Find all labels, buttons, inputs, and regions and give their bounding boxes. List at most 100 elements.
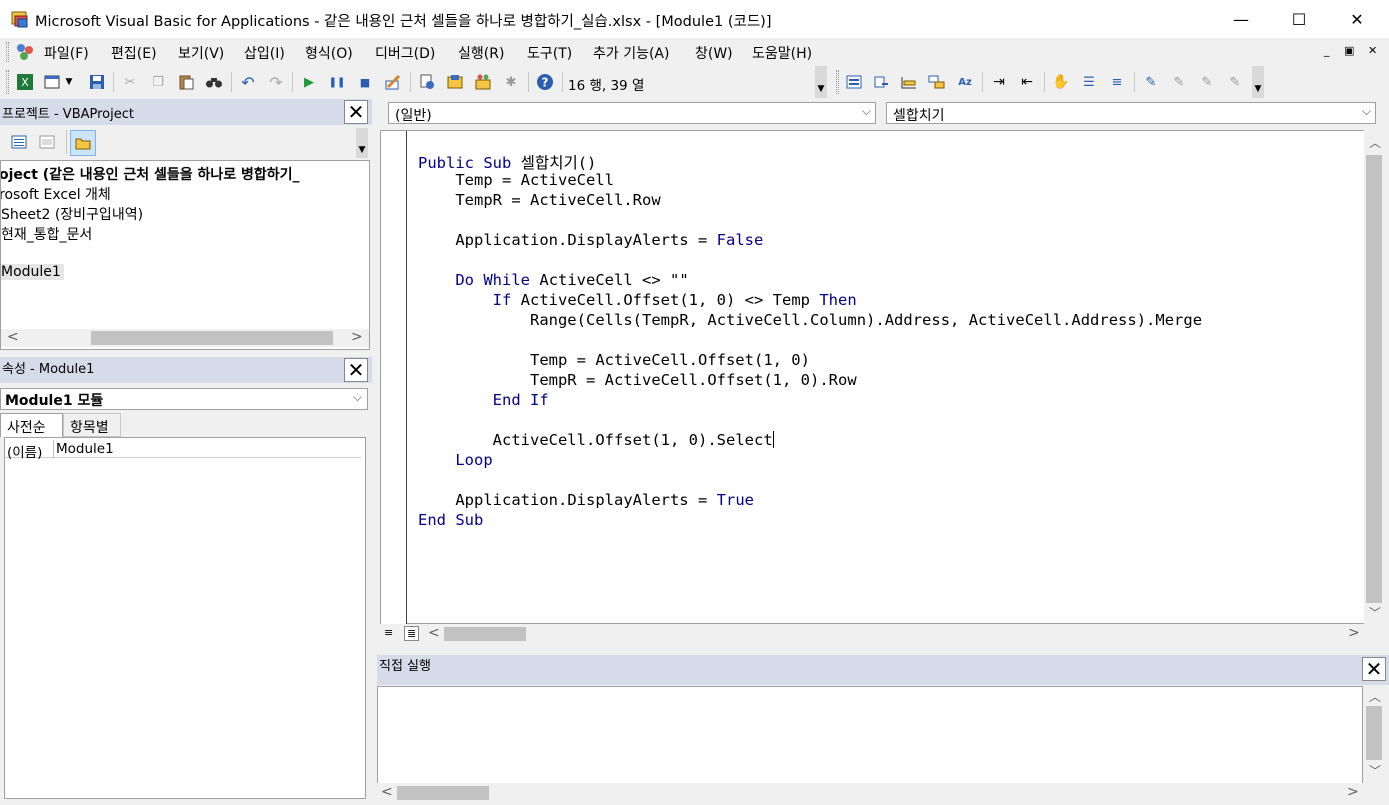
tree-item-thisworkbook[interactable]: 현재_통합_문서: [1, 224, 92, 244]
project-pane-close-icon[interactable]: ✕: [344, 100, 368, 124]
code-line[interactable]: ActiveCell.Offset(1, 0).Select: [418, 431, 774, 449]
chevron-down-icon[interactable]: ⌵: [353, 390, 362, 405]
object-browser-icon[interactable]: [472, 71, 494, 93]
immediate-vscrollbar[interactable]: ︿ ﹀: [1364, 686, 1384, 784]
scroll-up-icon[interactable]: ︿: [1369, 688, 1381, 705]
code-vscrollbar[interactable]: ︿ ﹀: [1364, 130, 1384, 624]
insert-userform-icon[interactable]: [42, 71, 64, 93]
indent-icon[interactable]: ⇥: [988, 71, 1010, 93]
object-combo[interactable]: (일반) ⌵: [388, 102, 876, 124]
redo-icon[interactable]: ↷: [265, 71, 287, 93]
menu-run[interactable]: 실행(R): [458, 43, 504, 63]
menu-help[interactable]: 도움말(H): [752, 43, 812, 63]
tab-categorized[interactable]: 항목별: [63, 413, 121, 437]
code-line[interactable]: Public Sub 셀합치기(): [418, 151, 596, 173]
view-code-icon[interactable]: [8, 131, 30, 153]
copy-icon[interactable]: ❐: [147, 71, 169, 93]
scroll-up-icon[interactable]: ︿: [1369, 134, 1381, 151]
reset-icon[interactable]: ■: [354, 71, 376, 93]
find-icon[interactable]: [203, 71, 225, 93]
code-line[interactable]: Temp = ActiveCell.Offset(1, 0): [418, 351, 810, 369]
properties-window-icon[interactable]: [444, 71, 466, 93]
properties-object-select[interactable]: Module1 모듈 ⌵: [0, 388, 368, 410]
toggle-folders-icon[interactable]: [70, 130, 96, 156]
next-bookmark-icon[interactable]: ✎: [1168, 71, 1190, 93]
immediate-hscrollbar[interactable]: < >: [377, 783, 1363, 803]
toolbox-icon[interactable]: ✱: [500, 71, 522, 93]
tree-item-excel-objects[interactable]: rosoft Excel 개체: [1, 184, 111, 204]
save-icon[interactable]: [86, 71, 108, 93]
outdent-icon[interactable]: ⇤: [1016, 71, 1038, 93]
property-row-name[interactable]: (이름) Module1: [5, 440, 361, 461]
run-icon[interactable]: ▶: [298, 71, 320, 93]
complete-word-icon[interactable]: Az: [954, 71, 976, 93]
list-properties-icon[interactable]: [843, 71, 865, 93]
code-line[interactable]: Range(Cells(TempR, ActiveCell.Column).Ad…: [418, 311, 1202, 329]
toolbar-overflow-icon[interactable]: ▼: [815, 66, 827, 98]
tree-item-module1[interactable]: Module1: [1, 264, 64, 280]
code-editor[interactable]: Public Sub 셀합치기() Temp = ActiveCell Temp…: [380, 130, 1365, 625]
undo-icon[interactable]: ↶: [237, 71, 259, 93]
scroll-down-icon[interactable]: ﹀: [1369, 604, 1381, 621]
scroll-left-icon[interactable]: <: [381, 784, 393, 800]
scroll-right-icon[interactable]: >: [1347, 784, 1359, 800]
mdi-restore-button[interactable]: ▣: [1344, 44, 1354, 57]
tab-alphabetic[interactable]: 사전순: [0, 413, 63, 437]
project-tree[interactable]: oject (같은 내용인 근처 셀들을 하나로 병합하기_ rosoft Ex…: [0, 160, 370, 350]
immediate-pane-close-icon[interactable]: ✕: [1362, 657, 1386, 681]
chevron-down-icon[interactable]: ⌵: [862, 104, 871, 119]
minimize-button[interactable]: —: [1218, 0, 1264, 38]
uncomment-block-icon[interactable]: ≡: [1106, 71, 1128, 93]
cut-icon[interactable]: ✂: [119, 71, 141, 93]
code-margin[interactable]: [381, 131, 407, 625]
mdi-minimize-button[interactable]: _: [1324, 44, 1330, 57]
project-hscroll-thumb[interactable]: [91, 331, 333, 345]
code-line[interactable]: Do While ActiveCell <> "": [418, 271, 688, 289]
tree-item-sheet2[interactable]: Sheet2 (장비구입내역): [1, 204, 143, 224]
project-explorer-icon[interactable]: [416, 71, 438, 93]
clear-bookmarks-icon[interactable]: ✎: [1224, 71, 1246, 93]
tree-item-vbaproject[interactable]: oject (같은 내용인 근처 셀들을 하나로 병합하기_: [1, 164, 300, 184]
menu-addins[interactable]: 추가 기능(A): [593, 43, 669, 63]
menu-insert[interactable]: 삽입(I): [244, 43, 285, 63]
menu-window[interactable]: 창(W): [695, 43, 733, 63]
project-toolbar-overflow-icon[interactable]: ▼: [356, 128, 368, 158]
scroll-left-icon[interactable]: <: [7, 329, 19, 345]
code-line[interactable]: TempR = ActiveCell.Offset(1, 0).Row: [418, 371, 857, 389]
toggle-breakpoint-icon[interactable]: ✋: [1050, 71, 1072, 93]
chevron-down-icon[interactable]: ⌵: [1362, 104, 1371, 119]
code-hscroll-thumb[interactable]: [444, 627, 526, 641]
properties-pane-close-icon[interactable]: ✕: [344, 358, 368, 382]
scroll-left-icon[interactable]: <: [428, 625, 440, 641]
code-line[interactable]: Application.DisplayAlerts = True: [418, 491, 754, 509]
paste-icon[interactable]: [175, 71, 197, 93]
maximize-button[interactable]: ☐: [1276, 0, 1322, 38]
mdi-close-button[interactable]: ✕: [1368, 44, 1377, 57]
code-line[interactable]: Temp = ActiveCell: [418, 171, 614, 189]
immediate-hscroll-thumb[interactable]: [397, 786, 489, 800]
toolbar-grip[interactable]: [6, 70, 9, 94]
procedure-combo[interactable]: 셀합치기 ⌵: [886, 102, 1376, 124]
code-line[interactable]: Application.DisplayAlerts = False: [418, 231, 763, 249]
edit-toolbar-overflow-icon[interactable]: ▼: [1252, 66, 1264, 98]
code-line[interactable]: TempR = ActiveCell.Row: [418, 191, 660, 209]
list-constants-icon[interactable]: [870, 71, 892, 93]
scroll-right-icon[interactable]: >: [1348, 625, 1360, 641]
code-line[interactable]: Loop: [418, 451, 492, 469]
full-module-view-icon[interactable]: ≣: [404, 626, 420, 641]
toggle-bookmark-icon[interactable]: ✎: [1140, 71, 1162, 93]
code-line[interactable]: If ActiveCell.Offset(1, 0) <> Temp Then: [418, 291, 857, 309]
immediate-vscroll-thumb[interactable]: [1366, 706, 1382, 760]
menu-edit[interactable]: 편집(E): [111, 43, 157, 63]
parameter-info-icon[interactable]: [926, 71, 948, 93]
property-name-value[interactable]: Module1: [56, 441, 114, 457]
code-hscrollbar[interactable]: ≡ ≣ < >: [380, 624, 1364, 644]
scroll-down-icon[interactable]: ﹀: [1369, 762, 1381, 779]
help-icon[interactable]: ?: [534, 71, 556, 93]
procedure-view-icon[interactable]: ≡: [384, 626, 393, 639]
menu-file[interactable]: 파일(F): [44, 43, 89, 63]
menu-tools[interactable]: 도구(T): [527, 43, 572, 63]
comment-block-icon[interactable]: ☰: [1078, 71, 1100, 93]
menu-debug[interactable]: 디버그(D): [375, 43, 435, 63]
quick-info-icon[interactable]: [898, 71, 920, 93]
